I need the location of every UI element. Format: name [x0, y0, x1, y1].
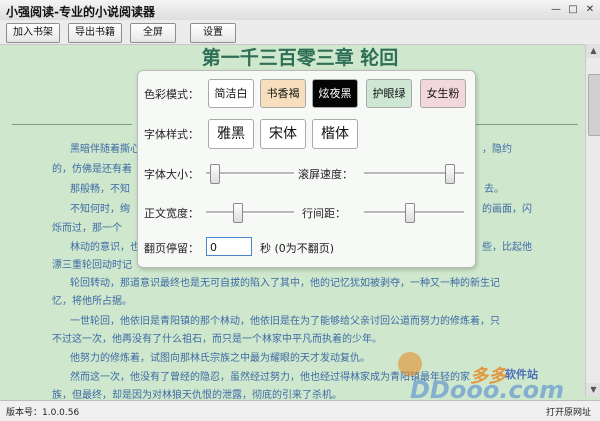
window-title: 小强阅读-专业的小说阅读器 — [6, 5, 155, 19]
divider — [474, 124, 578, 125]
color-green-button[interactable]: 护眼绿 — [366, 79, 412, 108]
text-line: 的画面，闪 — [482, 204, 532, 215]
scroll-speed-label: 滚屏速度： — [298, 168, 353, 181]
export-book-button[interactable]: 导出书籍 — [68, 23, 122, 43]
vertical-scrollbar[interactable]: ▲ ▼ — [585, 44, 600, 397]
color-black-button[interactable]: 炫夜黑 — [312, 79, 358, 108]
title-bar: 小强阅读-专业的小说阅读器 — □ ✕ — [0, 0, 600, 21]
font-songti-button[interactable]: 宋体 — [260, 119, 306, 149]
text-line: ，隐约 — [482, 144, 512, 155]
text-line: 的，仿佛是还有着 — [52, 164, 132, 175]
status-bar: 版本号：1.0.0.56 打开原网址 — [0, 400, 600, 421]
minimize-icon[interactable]: — — [549, 3, 563, 16]
text-line: 林动的意识，也 — [70, 242, 140, 253]
add-to-shelf-button[interactable]: 加入书架 — [6, 23, 60, 43]
settings-button[interactable]: 设置 — [190, 23, 236, 43]
font-size-label: 字体大小： — [144, 168, 199, 181]
slider-knob[interactable] — [405, 203, 415, 223]
watermark-logo — [398, 352, 422, 376]
scroll-thumb[interactable] — [588, 74, 600, 136]
text-line: 漂三重轮回动时记 — [52, 260, 132, 271]
fullscreen-button[interactable]: 全屏 — [130, 23, 176, 43]
text-line: 轮回转动，那道意识最终也是无可自拔的陷入了其中，他的记忆犹如被剥夺，一种又一种的… — [70, 278, 500, 289]
text-line: 些，比起他 — [482, 242, 532, 253]
text-line: 他努力的修炼着，试图向那林氏宗族之中最为耀眼的天才发动复仇。 — [70, 353, 370, 364]
color-mode-label: 色彩模式： — [144, 88, 199, 101]
slider-knob[interactable] — [210, 164, 220, 184]
scroll-down-icon[interactable]: ▼ — [586, 383, 600, 397]
text-line: 不过这一次，他再没有了什么祖石，而只是一个林家中平凡而执着的少年。 — [52, 334, 382, 345]
color-white-button[interactable]: 简洁白 — [208, 79, 254, 108]
text-line: 忆，将他所占据。 — [52, 296, 132, 307]
font-style-label: 字体样式： — [144, 128, 199, 141]
version-label: 版本号：1.0.0.56 — [6, 408, 80, 418]
line-spacing-label: 行间距： — [302, 207, 346, 220]
text-width-slider[interactable] — [206, 203, 294, 223]
text-line: 黑暗伴随着撕心 — [70, 144, 140, 155]
settings-panel: 色彩模式： 简洁白 书香褐 炫夜黑 护眼绿 女生粉 字体样式： 雅黑 宋体 楷体… — [137, 70, 476, 268]
line-spacing-slider[interactable] — [364, 203, 464, 223]
close-icon[interactable]: ✕ — [583, 3, 597, 16]
slider-knob[interactable] — [233, 203, 243, 223]
text-line: 那般畅，不知 — [70, 184, 130, 195]
page-delay-input[interactable]: 0 — [206, 237, 252, 256]
page-delay-unit: 秒 (0为不翻页) — [260, 242, 335, 255]
text-line: 一世轮回，他依旧是青阳镇的那个林动，他依旧是在为了能够给父亲讨回公道而努力的修炼… — [70, 316, 500, 327]
slider-track — [206, 211, 294, 214]
text-line: 族，但最终，却是因为对林狼天仇恨的泄露，彻底的引来了杀机。 — [52, 390, 342, 401]
text-width-label: 正文宽度： — [144, 207, 199, 220]
text-line: 烁而过，那一个 — [52, 223, 122, 234]
color-pink-button[interactable]: 女生粉 — [420, 79, 466, 108]
toolbar: 加入书架 导出书籍 全屏 设置 — [0, 20, 600, 45]
text-line: 不知何时，绚 — [70, 204, 130, 215]
font-yahei-button[interactable]: 雅黑 — [208, 119, 254, 149]
open-original-url-link[interactable]: 打开原网址 — [546, 405, 591, 418]
color-brown-button[interactable]: 书香褐 — [260, 79, 306, 108]
maximize-icon[interactable]: □ — [566, 3, 580, 16]
divider — [12, 124, 132, 125]
scroll-up-icon[interactable]: ▲ — [586, 44, 600, 58]
scroll-speed-slider[interactable] — [364, 164, 464, 184]
chapter-title: 第一千三百零三章 轮回 — [201, 47, 399, 69]
page-delay-label: 翻页停留： — [144, 242, 199, 255]
font-size-slider[interactable] — [206, 164, 294, 184]
font-kaiti-button[interactable]: 楷体 — [312, 119, 358, 149]
slider-knob[interactable] — [445, 164, 455, 184]
text-line: 去。 — [484, 184, 504, 195]
